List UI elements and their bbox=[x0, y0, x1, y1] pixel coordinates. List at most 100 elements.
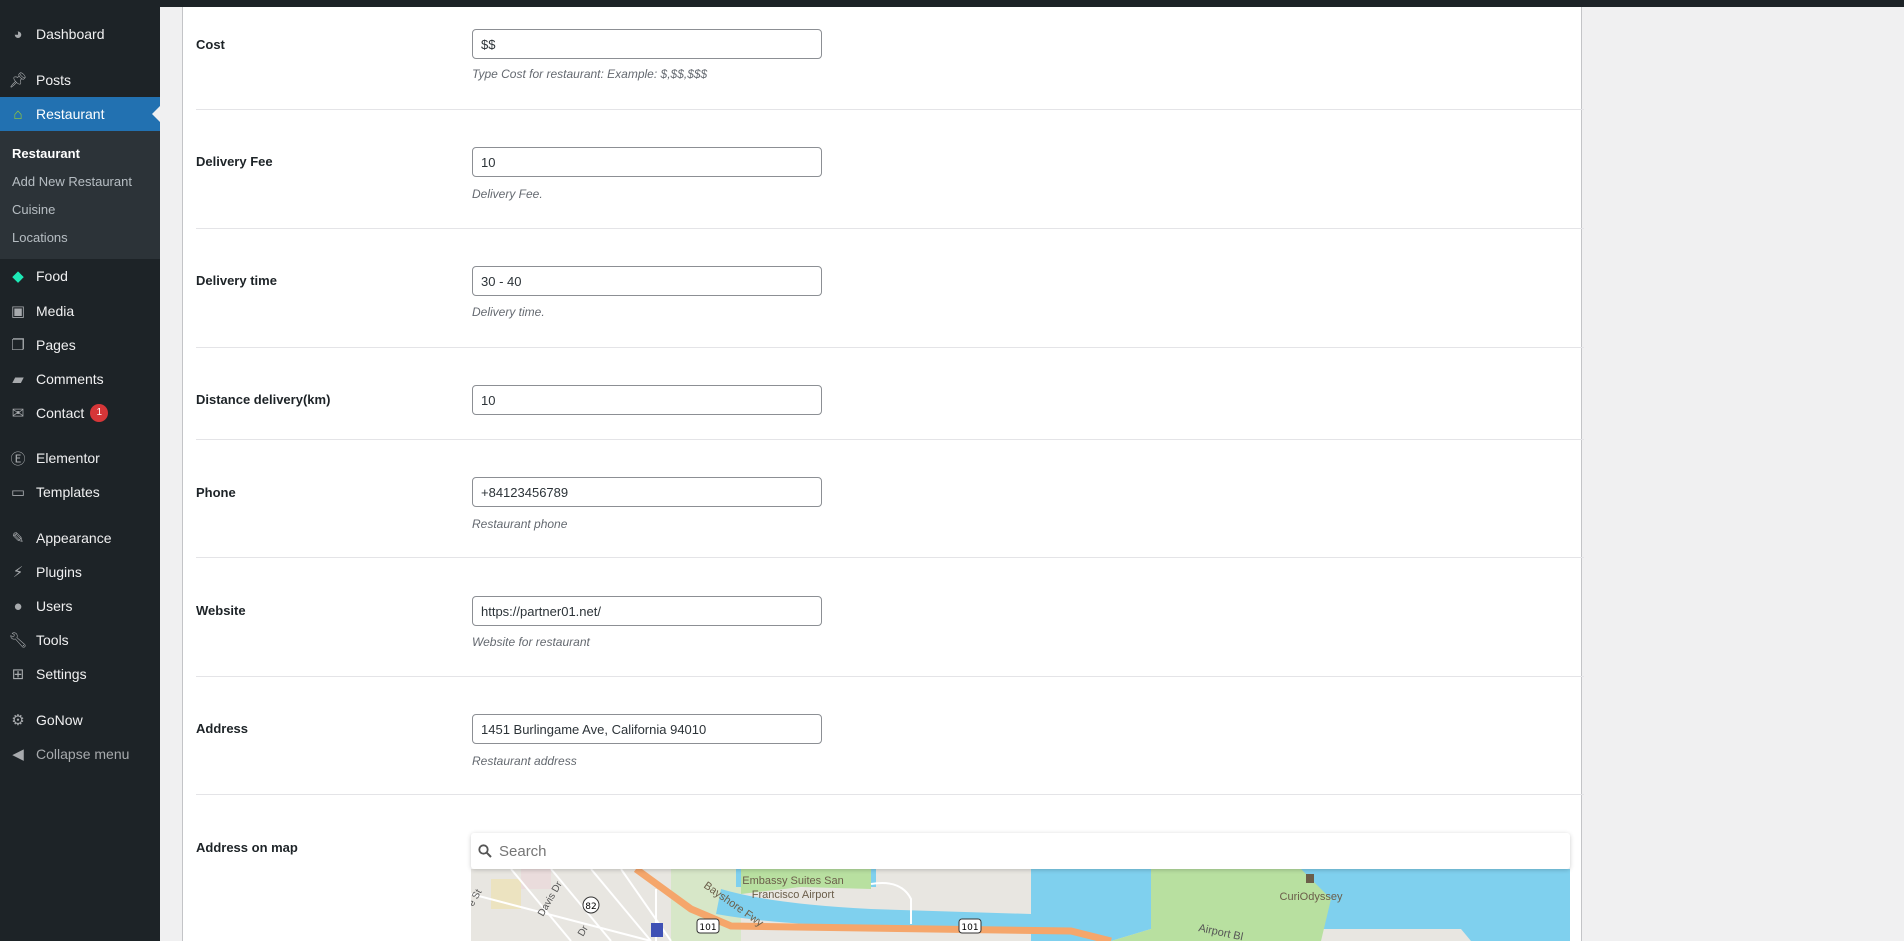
field-description: Type Cost for restaurant: Example: $,$$,… bbox=[472, 67, 708, 81]
carrot-icon: ◆ bbox=[12, 268, 24, 285]
website-input[interactable] bbox=[472, 596, 822, 626]
menu-appearance[interactable]: ✎ Appearance bbox=[0, 521, 160, 555]
field-label: Delivery time bbox=[196, 273, 277, 288]
delivery-fee-input[interactable] bbox=[472, 147, 822, 177]
field-row-delivery-time: Delivery time Delivery time. bbox=[196, 229, 1584, 348]
media-icon: ▣ bbox=[10, 303, 26, 320]
menu-tools[interactable]: 🔧︎ Tools bbox=[0, 623, 160, 657]
menu-restaurant[interactable]: ⌂ Restaurant bbox=[0, 97, 160, 131]
gear-icon: ⚙ bbox=[11, 712, 25, 729]
menu-label: Appearance bbox=[36, 530, 112, 546]
map-label-poi: CuriOdyssey bbox=[1280, 891, 1343, 903]
field-label: Distance delivery(km) bbox=[196, 392, 331, 407]
field-label: Website bbox=[196, 603, 246, 618]
folder-icon: ▭ bbox=[10, 484, 26, 501]
train-station-icon bbox=[651, 923, 663, 937]
menu-label: Plugins bbox=[36, 564, 82, 580]
menu-label: Tools bbox=[36, 632, 69, 648]
notification-badge: 1 bbox=[90, 404, 109, 422]
museum-icon bbox=[1306, 874, 1314, 883]
map-view[interactable]: 82 101 101 Bayshore Fwy Davis Dr Dr e St… bbox=[471, 869, 1570, 941]
admin-bar bbox=[0, 0, 1904, 7]
menu-label: Elementor bbox=[36, 450, 100, 466]
field-label: Cost bbox=[196, 37, 225, 52]
brush-icon: ✎ bbox=[11, 530, 25, 547]
field-row-distance: Distance delivery(km) bbox=[196, 348, 1584, 440]
submenu-restaurant[interactable]: Restaurant bbox=[12, 146, 80, 161]
map-tiles: 82 101 101 Bayshore Fwy Davis Dr Dr e St… bbox=[471, 869, 1570, 941]
collapse-menu-button[interactable]: ◀ Collapse menu bbox=[0, 737, 160, 771]
user-icon: ● bbox=[13, 597, 23, 615]
menu-contact[interactable]: ✉ Contact 1 bbox=[0, 396, 160, 430]
field-description: Delivery Fee. bbox=[472, 187, 543, 201]
restaurant-meta-panel: Cost Type Cost for restaurant: Example: … bbox=[182, 7, 1584, 941]
submenu-cuisine[interactable]: Cuisine bbox=[12, 202, 55, 217]
cost-input[interactable] bbox=[472, 29, 822, 59]
menu-label: Contact bbox=[36, 405, 85, 421]
submenu-add-new-restaurant[interactable]: Add New Restaurant bbox=[12, 174, 132, 189]
menu-label: Settings bbox=[36, 666, 87, 682]
menu-label: Templates bbox=[36, 484, 100, 500]
menu-label: Restaurant bbox=[36, 106, 105, 122]
field-label: Delivery Fee bbox=[196, 154, 273, 169]
menu-templates[interactable]: ▭ Templates bbox=[0, 475, 160, 509]
map-search-box[interactable] bbox=[471, 833, 1570, 869]
menu-media[interactable]: ▣ Media bbox=[0, 294, 160, 328]
delivery-time-input[interactable] bbox=[472, 266, 822, 296]
admin-sidebar: ◕ Dashboard 📌︎ Posts ⌂ Restaurant Restauran… bbox=[0, 0, 160, 941]
field-row-delivery-fee: Delivery Fee Delivery Fee. bbox=[196, 110, 1584, 229]
map-label-poi: Francisco Airport bbox=[752, 889, 835, 901]
field-description: Restaurant address bbox=[472, 754, 577, 768]
menu-label: Media bbox=[36, 303, 75, 319]
field-row-cost: Cost Type Cost for restaurant: Example: … bbox=[196, 7, 1584, 110]
menu-label: Posts bbox=[36, 72, 72, 88]
field-description: Delivery time. bbox=[472, 305, 545, 319]
pin-icon: 📌︎ bbox=[8, 72, 28, 89]
map-label-poi: Embassy Suites San bbox=[742, 875, 844, 887]
field-row-phone: Phone Restaurant phone bbox=[196, 440, 1584, 558]
submenu-locations[interactable]: Locations bbox=[12, 230, 68, 245]
sliders-icon: ⊞ bbox=[11, 666, 25, 683]
phone-input[interactable] bbox=[472, 477, 822, 507]
field-row-address: Address Restaurant address bbox=[196, 677, 1584, 795]
route-shield-101: 101 bbox=[699, 923, 716, 933]
menu-label: Users bbox=[36, 598, 73, 614]
address-input[interactable] bbox=[472, 714, 822, 744]
home-icon: ⌂ bbox=[13, 105, 23, 123]
distance-input[interactable] bbox=[472, 385, 822, 415]
restaurant-submenu: Restaurant Add New Restaurant Cuisine Lo… bbox=[0, 131, 160, 259]
field-description: Website for restaurant bbox=[472, 635, 590, 649]
menu-elementor[interactable]: Ⓔ Elementor bbox=[0, 441, 160, 475]
menu-food[interactable]: ◆ Food bbox=[0, 259, 160, 293]
elementor-icon: Ⓔ bbox=[10, 450, 26, 468]
field-description: Restaurant phone bbox=[472, 517, 568, 531]
menu-users[interactable]: ● Users bbox=[0, 589, 160, 623]
plug-icon: ⚡︎ bbox=[12, 564, 24, 581]
dashboard-icon: ◕ bbox=[13, 25, 23, 43]
menu-posts[interactable]: 📌︎ Posts bbox=[0, 63, 160, 97]
menu-label: Pages bbox=[36, 337, 76, 353]
mail-icon: ✉ bbox=[11, 405, 25, 422]
field-label: Address bbox=[196, 721, 249, 736]
menu-gonow[interactable]: ⚙ GoNow bbox=[0, 703, 160, 737]
menu-plugins[interactable]: ⚡︎ Plugins bbox=[0, 555, 160, 589]
search-icon bbox=[471, 844, 499, 858]
menu-label: Collapse menu bbox=[36, 746, 130, 762]
comment-icon: ▰ bbox=[12, 371, 24, 388]
menu-label: Comments bbox=[36, 371, 104, 387]
field-row-website: Website Website for restaurant bbox=[196, 558, 1584, 677]
map-search-input[interactable] bbox=[499, 842, 1570, 860]
menu-pages[interactable]: ❐ Pages bbox=[0, 328, 160, 362]
pages-icon: ❐ bbox=[11, 337, 25, 354]
menu-label: Food bbox=[36, 268, 68, 284]
menu-label: Dashboard bbox=[36, 26, 105, 42]
route-shield-82: 82 bbox=[585, 902, 596, 912]
route-shield-101: 101 bbox=[961, 923, 978, 933]
field-label-address-on-map: Address on map bbox=[196, 840, 298, 855]
menu-comments[interactable]: ▰ Comments bbox=[0, 362, 160, 396]
collapse-icon: ◀ bbox=[12, 746, 24, 763]
field-label: Phone bbox=[196, 485, 236, 500]
menu-dashboard[interactable]: ◕ Dashboard bbox=[0, 17, 160, 51]
wrench-icon: 🔧︎ bbox=[8, 632, 28, 649]
menu-settings[interactable]: ⊞ Settings bbox=[0, 657, 160, 691]
